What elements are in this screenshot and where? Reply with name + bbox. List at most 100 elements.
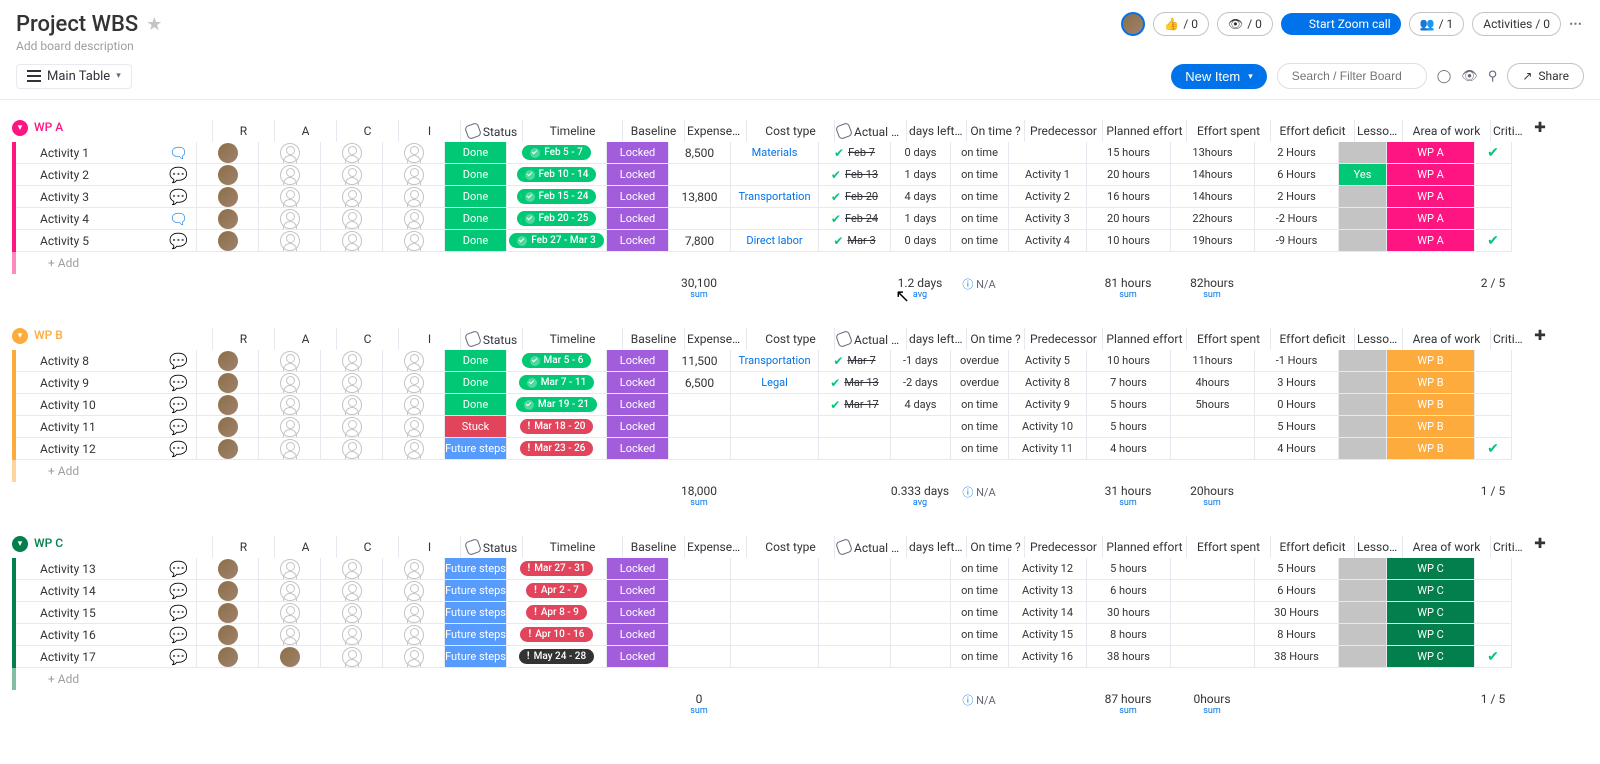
person-cell[interactable] [320,558,382,580]
spent-cell[interactable]: 11hours [1170,350,1254,372]
status-cell[interactable]: Future steps [444,602,506,624]
critical-cell[interactable] [1474,602,1512,624]
ontime-cell[interactable]: on time [950,558,1008,580]
expenses-cell[interactable] [668,164,730,186]
view-selector[interactable]: Main Table ▾ [16,64,132,89]
predecessor-cell[interactable]: Activity 9 [1008,394,1086,416]
col-ontime[interactable]: On time ? [966,328,1024,350]
critical-cell[interactable]: ✔ [1474,230,1512,252]
baseline-cell[interactable]: Locked [606,438,668,460]
timeline-cell[interactable]: Feb 10 - 14 [506,164,606,186]
col-planned[interactable]: Planned effort [1102,328,1186,350]
ontime-cell[interactable]: on time [950,394,1008,416]
activity-name[interactable]: Activity 10💬 [16,394,196,416]
board-description[interactable]: Add board description [16,39,1121,53]
col-area[interactable]: Area of work [1402,328,1490,350]
activity-name[interactable]: Activity 4🗨 [16,208,196,230]
person-cell[interactable] [382,186,444,208]
baseline-cell[interactable]: Locked [606,394,668,416]
spent-cell[interactable]: 14hours [1170,164,1254,186]
costtype-cell[interactable] [730,416,818,438]
lesson-cell[interactable] [1338,186,1386,208]
expenses-cell[interactable] [668,394,730,416]
person-cell[interactable] [196,558,258,580]
person-cell[interactable] [320,646,382,668]
predecessor-cell[interactable]: Activity 8 [1008,372,1086,394]
daysleft-cell[interactable]: 1 days [890,208,950,230]
person-cell[interactable] [196,624,258,646]
area-cell[interactable]: WP B [1386,416,1474,438]
area-cell[interactable]: WP C [1386,624,1474,646]
activity-name[interactable]: Activity 3💬 [16,186,196,208]
person-cell[interactable] [320,602,382,624]
status-cell[interactable]: Stuck [444,416,506,438]
status-cell[interactable]: Future steps [444,646,506,668]
add-row[interactable]: + Add [12,460,1588,482]
col-r[interactable]: R [212,536,274,558]
expenses-cell[interactable] [668,602,730,624]
person-cell[interactable] [258,646,320,668]
critical-cell[interactable]: ✔ [1474,142,1512,164]
predecessor-cell[interactable]: Activity 2 [1008,186,1086,208]
person-cell[interactable] [196,230,258,252]
col-actual[interactable]: Actual Dat... [834,536,906,558]
predecessor-cell[interactable]: Activity 1 [1008,164,1086,186]
spent-cell[interactable] [1170,646,1254,668]
ontime-cell[interactable]: on time [950,624,1008,646]
planned-cell[interactable]: 5 hours [1086,394,1170,416]
costtype-cell[interactable]: Legal [730,372,818,394]
deficit-cell[interactable]: -2 Hours [1254,208,1338,230]
predecessor-cell[interactable]: Activity 14 [1008,602,1086,624]
planned-cell[interactable]: 38 hours [1086,646,1170,668]
expenses-cell[interactable] [668,558,730,580]
planned-cell[interactable]: 16 hours [1086,186,1170,208]
spent-cell[interactable]: 4hours [1170,372,1254,394]
col-timeline[interactable]: Timeline [522,120,622,142]
deficit-cell[interactable]: 38 Hours [1254,646,1338,668]
col-actual[interactable]: Actual Dat... [834,328,906,350]
baseline-cell[interactable]: Locked [606,580,668,602]
costtype-cell[interactable] [730,646,818,668]
actualdate-cell[interactable]: ✔Feb 20 [818,186,890,208]
daysleft-cell[interactable] [890,646,950,668]
planned-cell[interactable]: 10 hours [1086,230,1170,252]
ontime-cell[interactable]: on time [950,142,1008,164]
lesson-cell[interactable] [1338,372,1386,394]
daysleft-cell[interactable]: 4 days [890,186,950,208]
lesson-cell[interactable]: Yes [1338,164,1386,186]
critical-cell[interactable] [1474,164,1512,186]
col-baseline[interactable]: Baseline [622,536,684,558]
deficit-cell[interactable]: 4 Hours [1254,438,1338,460]
baseline-cell[interactable]: Locked [606,164,668,186]
person-cell[interactable] [320,350,382,372]
baseline-cell[interactable]: Locked [606,350,668,372]
daysleft-cell[interactable]: 0 days [890,230,950,252]
col-pred[interactable]: Predecessor [1024,328,1102,350]
col-i[interactable]: I [398,536,460,558]
person-cell[interactable] [196,186,258,208]
collapse-icon[interactable]: ▾ [12,120,28,136]
deficit-cell[interactable]: 2 Hours [1254,142,1338,164]
collapse-icon[interactable]: ▾ [12,328,28,344]
group-name[interactable]: WP A [34,120,212,142]
activity-name[interactable]: Activity 16💬 [16,624,196,646]
col-a[interactable]: A [274,120,336,142]
col-planned[interactable]: Planned effort [1102,536,1186,558]
area-cell[interactable]: WP A [1386,208,1474,230]
planned-cell[interactable]: 4 hours [1086,438,1170,460]
expenses-cell[interactable]: 13,800 [668,186,730,208]
predecessor-cell[interactable]: Activity 16 [1008,646,1086,668]
timeline-cell[interactable]: Feb 15 - 24 [506,186,606,208]
status-cell[interactable]: Done [444,164,506,186]
planned-cell[interactable]: 8 hours [1086,624,1170,646]
person-cell[interactable] [382,372,444,394]
deficit-cell[interactable]: 6 Hours [1254,164,1338,186]
add-column-button[interactable]: ✚ [1528,536,1552,558]
area-cell[interactable]: WP A [1386,142,1474,164]
daysleft-cell[interactable] [890,558,950,580]
ontime-cell[interactable]: on time [950,580,1008,602]
actualdate-cell[interactable]: ✔Mar 17 [818,394,890,416]
chat-icon[interactable]: 💬 [169,648,188,666]
person-cell[interactable] [196,142,258,164]
col-c[interactable]: C [336,120,398,142]
